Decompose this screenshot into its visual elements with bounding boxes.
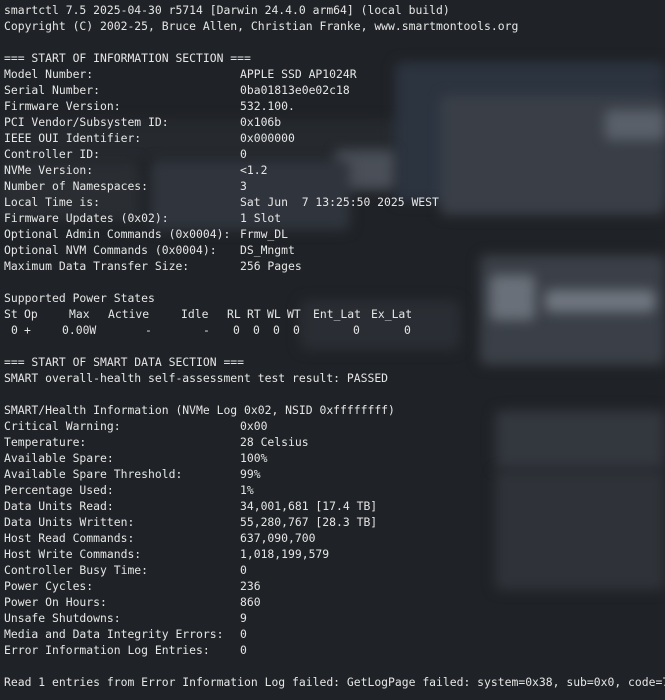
smart-row: Controller Busy Time: 0 [4,563,247,577]
smart-row: Temperature: 28 Celsius [4,435,309,449]
smart-row: Unsafe Shutdowns: 9 [4,611,247,625]
info-row: Firmware Version: 532.100. [4,99,295,113]
info-section-title: === START OF INFORMATION SECTION === [4,51,251,65]
info-row: Local Time is: Sat Jun 7 13:25:50 2025 WE… [4,195,439,209]
power-states-title: Supported Power States [4,291,155,305]
info-row: PCI Vendor/Subsystem ID: 0x106b [4,115,282,129]
smart-row: Power Cycles: 236 [4,579,261,593]
smart-row: Error Information Log Entries: 0 [4,643,247,657]
smart-section-title: === START OF SMART DATA SECTION === [4,355,245,369]
smart-row: Data Units Read: 34,001,681 [17.4 TB] [4,499,378,513]
smart-row: Available Spare: 100% [4,451,268,465]
health-info-title: SMART/Health Information (NVMe Log 0x02,… [4,403,395,417]
copyright-line: Copyright (C) 2002-25, Bruce Allen, Chri… [4,19,519,33]
error-log-line: Read 1 entries from Error Information Lo… [4,675,665,689]
version-line: smartctl 7.5 2025-04-30 r5714 [Darwin 24… [4,3,450,17]
info-section-rows: Model Number: APPLE SSD AP1024R Serial Nu… [4,66,665,274]
info-row: Maximum Data Transfer Size: 256 Pages [4,259,302,273]
smart-row: Data Units Written: 55,280,767 [28.3 TB] [4,515,378,529]
info-row: Serial Number: 0ba01813e0e02c18 [4,83,350,97]
info-row: IEEE OUI Identifier: 0x000000 [4,131,295,145]
smart-row: Host Write Commands: 1,018,199,579 [4,547,330,561]
info-row: Optional Admin Commands (0x0004): Frmw_DL [4,227,289,241]
info-row: Model Number: APPLE SSD AP1024R [4,67,357,81]
smart-row: Critical Warning: 0x00 [4,419,268,433]
info-row: Controller ID: 0 [4,147,247,161]
health-result: SMART overall-health self-assessment tes… [4,371,389,385]
smart-section-rows: Critical Warning: 0x00 Temperature: 28 Cel… [4,418,665,658]
smart-row: Power On Hours: 860 [4,595,261,609]
power-states-header: St Op Max Active Idle RL RT WL WT Ent_La… [4,307,413,321]
info-row: Firmware Updates (0x02): 1 Slot [4,211,282,225]
power-state-row: 0 + 0.00W - - 0 0 0 0 0 0 [11,323,411,337]
smart-row: Available Spare Threshold: 99% [4,467,261,481]
terminal-output[interactable]: smartctl 7.5 2025-04-30 r5714 [Darwin 24… [4,2,665,690]
info-row: Optional NVM Commands (0x0004): DS_Mngmt [4,243,295,257]
smart-row: Media and Data Integrity Errors: 0 [4,627,247,641]
smart-row: Host Read Commands: 637,090,700 [4,531,316,545]
smart-row: Percentage Used: 1% [4,483,254,497]
info-row: NVMe Version: <1.2 [4,163,268,177]
info-row: Number of Namespaces: 3 [4,179,247,193]
